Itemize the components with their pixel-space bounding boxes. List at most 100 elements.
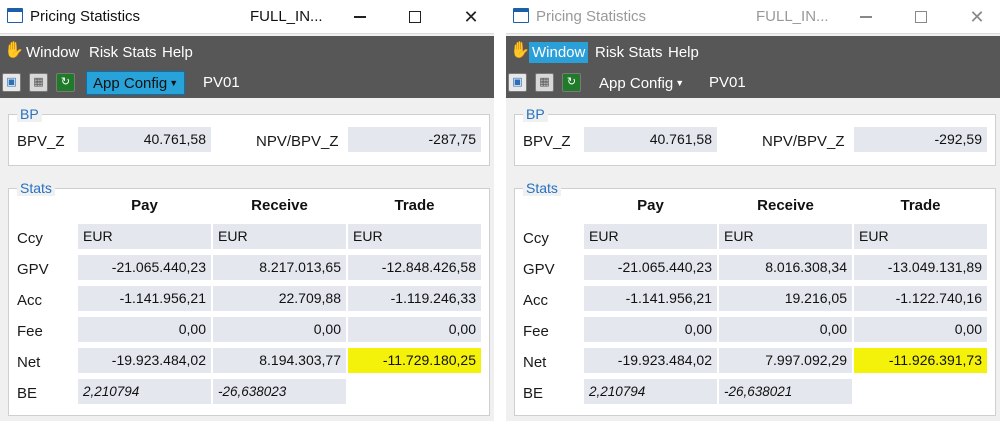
- app-window-icon: [7, 8, 23, 23]
- stats-group-title: Stats: [523, 180, 561, 196]
- menu-help[interactable]: Help: [665, 42, 702, 63]
- minimize-button[interactable]: [843, 0, 889, 34]
- fee-pay: 0,00: [584, 317, 717, 342]
- window-title-document: FULL_IN...: [250, 8, 323, 25]
- column-header-pay: Pay: [131, 197, 158, 214]
- npv-bpv-z-value: -287,75: [348, 127, 481, 152]
- menu-window[interactable]: Window: [23, 42, 82, 63]
- ccy-receive: EUR: [719, 224, 852, 249]
- close-icon: ✕: [463, 6, 479, 27]
- column-header-receive: Receive: [251, 197, 308, 214]
- app-config-label: App Config: [93, 75, 168, 92]
- acc-pay: -1.141.956,21: [584, 286, 717, 311]
- window-title: Pricing Statistics: [536, 8, 647, 25]
- maximize-button[interactable]: [898, 0, 944, 34]
- column-header-trade: Trade: [394, 197, 435, 214]
- net-trade-highlighted: -11.729.180,25: [348, 348, 481, 373]
- bp-group-title: BP: [17, 106, 42, 122]
- maximize-icon: [409, 11, 421, 23]
- be-pay: 2,210794: [584, 379, 717, 404]
- row-label-net: Net: [17, 354, 41, 371]
- fee-trade: 0,00: [854, 317, 987, 342]
- minimize-button[interactable]: [337, 0, 383, 34]
- bpv-z-value: 40.761,58: [78, 127, 211, 152]
- pricing-statistics-window-left: Pricing Statistics FULL_IN... ✕ ✋ Window…: [0, 0, 494, 421]
- hand-icon[interactable]: ✋: [510, 42, 530, 60]
- maximize-icon: [915, 11, 927, 23]
- menu-risk-stats[interactable]: Risk Stats: [86, 42, 160, 63]
- ccy-trade: EUR: [854, 224, 987, 249]
- title-bar[interactable]: Pricing Statistics FULL_IN... ✕: [0, 0, 494, 34]
- row-label-gpv: GPV: [523, 261, 555, 278]
- be-receive: -26,638023: [213, 379, 346, 404]
- menu-help[interactable]: Help: [159, 42, 196, 63]
- npv-bpv-z-value: -292,59: [854, 127, 987, 152]
- row-label-net: Net: [523, 354, 547, 371]
- document-icon[interactable]: ▣: [508, 73, 527, 92]
- fee-pay: 0,00: [78, 317, 211, 342]
- be-receive: -26,638021: [719, 379, 852, 404]
- toolbar: ▣ ▦ ↻ App Config ▼ PV01: [506, 68, 1000, 98]
- bp-group: BP BPV_Z 40.761,58 NPV/BPV_Z -287,75: [8, 106, 490, 166]
- menu-bar: ✋ Window Risk Stats Help: [506, 36, 1000, 68]
- stats-group: Stats Pay Receive Trade Ccy EUR EUR EUR …: [514, 180, 996, 416]
- acc-trade: -1.119.246,33: [348, 286, 481, 311]
- ccy-trade: EUR: [348, 224, 481, 249]
- row-label-be: BE: [17, 385, 38, 402]
- gpv-receive: 8.217.013,65: [213, 255, 346, 280]
- menu-risk-stats[interactable]: Risk Stats: [592, 42, 666, 63]
- app-config-dropdown[interactable]: App Config ▼: [592, 71, 691, 95]
- close-button[interactable]: ✕: [448, 0, 494, 34]
- fee-trade: 0,00: [348, 317, 481, 342]
- row-label-acc: Acc: [523, 292, 549, 309]
- title-bar[interactable]: Pricing Statistics FULL_IN... ✕: [506, 0, 1000, 34]
- stats-group-title: Stats: [17, 180, 55, 196]
- gpv-trade: -12.848.426,58: [348, 255, 481, 280]
- close-icon: ✕: [969, 6, 985, 27]
- acc-trade: -1.122.740,16: [854, 286, 987, 311]
- chevron-down-icon: ▼: [675, 78, 685, 88]
- document-icon[interactable]: ▣: [2, 73, 21, 92]
- bp-group-title: BP: [523, 106, 548, 122]
- pv01-button[interactable]: PV01: [709, 74, 746, 91]
- pricing-statistics-window-right: Pricing Statistics FULL_IN... ✕ ✋ Window…: [506, 0, 1000, 421]
- refresh-icon[interactable]: ↻: [56, 73, 75, 92]
- close-button[interactable]: ✕: [954, 0, 1000, 34]
- toolbar: ▣ ▦ ↻ App Config ▼ PV01: [0, 68, 494, 98]
- pv01-button[interactable]: PV01: [203, 74, 240, 91]
- column-header-receive: Receive: [757, 197, 814, 214]
- window-title-document: FULL_IN...: [756, 8, 829, 25]
- npv-bpv-z-label: NPV/BPV_Z: [256, 133, 339, 150]
- acc-pay: -1.141.956,21: [78, 286, 211, 311]
- refresh-icon[interactable]: ↻: [562, 73, 581, 92]
- net-trade-highlighted: -11.926.391,73: [854, 348, 987, 373]
- net-receive: 7.997.092,29: [719, 348, 852, 373]
- bpv-z-value: 40.761,58: [584, 127, 717, 152]
- app-window-icon: [513, 8, 529, 23]
- minimize-icon: [354, 16, 366, 18]
- ccy-pay: EUR: [584, 224, 717, 249]
- net-pay: -19.923.484,02: [78, 348, 211, 373]
- grid-icon[interactable]: ▦: [535, 73, 554, 92]
- row-label-ccy: Ccy: [523, 230, 549, 247]
- column-header-trade: Trade: [900, 197, 941, 214]
- bpv-z-label: BPV_Z: [523, 133, 571, 150]
- row-label-fee: Fee: [523, 323, 549, 340]
- bp-group: BP BPV_Z 40.761,58 NPV/BPV_Z -292,59: [514, 106, 996, 166]
- app-config-label: App Config: [599, 75, 674, 92]
- app-config-dropdown[interactable]: App Config ▼: [86, 71, 186, 95]
- ccy-pay: EUR: [78, 224, 211, 249]
- row-label-ccy: Ccy: [17, 230, 43, 247]
- hand-icon[interactable]: ✋: [4, 42, 24, 60]
- gpv-pay: -21.065.440,23: [584, 255, 717, 280]
- row-label-be: BE: [523, 385, 544, 402]
- maximize-button[interactable]: [392, 0, 438, 34]
- bpv-z-label: BPV_Z: [17, 133, 65, 150]
- menu-bar: ✋ Window Risk Stats Help: [0, 36, 494, 68]
- gpv-pay: -21.065.440,23: [78, 255, 211, 280]
- column-header-pay: Pay: [637, 197, 664, 214]
- minimize-icon: [860, 16, 872, 18]
- grid-icon[interactable]: ▦: [29, 73, 48, 92]
- menu-window[interactable]: Window: [529, 42, 589, 63]
- chevron-down-icon: ▼: [169, 78, 179, 88]
